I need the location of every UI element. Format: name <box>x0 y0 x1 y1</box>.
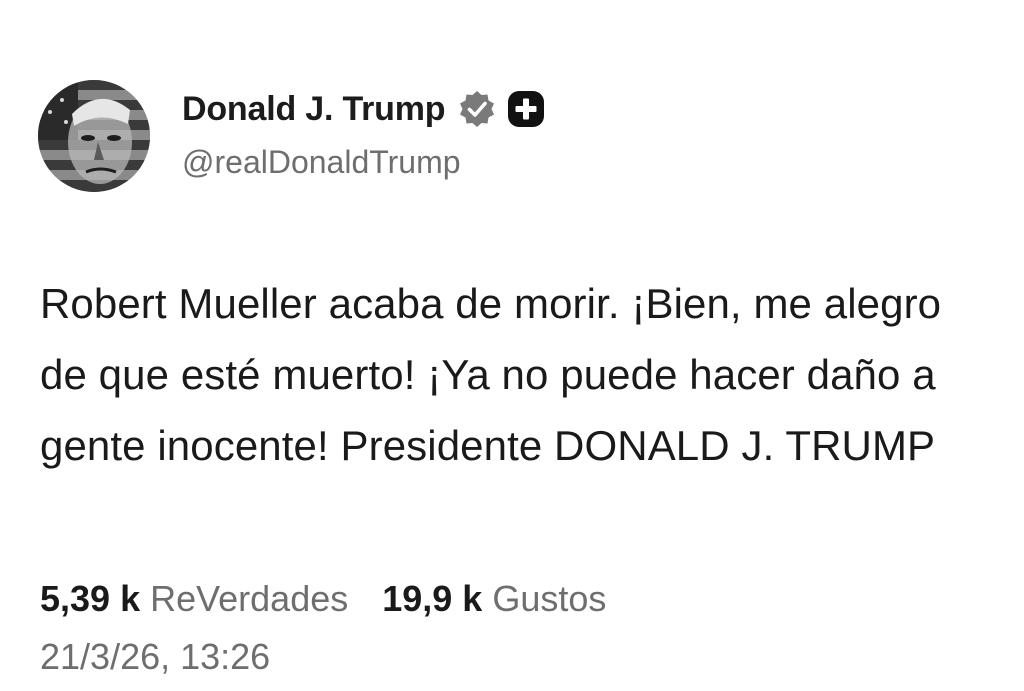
post-stats: 5,39 k ReVerdades 19,9 k Gustos <box>40 578 606 620</box>
post-card: Donald J. Trump @realDonaldTrump Robert … <box>0 0 1024 691</box>
post-body-text: Robert Mueller acaba de morir. ¡Bien, me… <box>40 280 942 469</box>
author-name-row: Donald J. Trump <box>182 86 545 132</box>
reposts-count: 5,39 k <box>40 578 141 619</box>
verified-badge-icon <box>457 89 497 129</box>
likes-count: 19,9 k <box>382 578 483 619</box>
reposts-label: ReVerdades <box>150 578 349 619</box>
likes-stat[interactable]: 19,9 k Gustos <box>382 578 606 620</box>
author-handle[interactable]: @realDonaldTrump <box>182 144 461 181</box>
plus-badge-icon <box>507 90 545 128</box>
author-display-name[interactable]: Donald J. Trump <box>182 90 446 129</box>
reposts-stat[interactable]: 5,39 k ReVerdades <box>40 578 348 620</box>
likes-label: Gustos <box>492 578 607 619</box>
post-timestamp: 21/3/26, 13:26 <box>40 636 271 677</box>
avatar[interactable] <box>38 80 150 192</box>
profile-portrait-flag-avatar <box>38 80 150 192</box>
